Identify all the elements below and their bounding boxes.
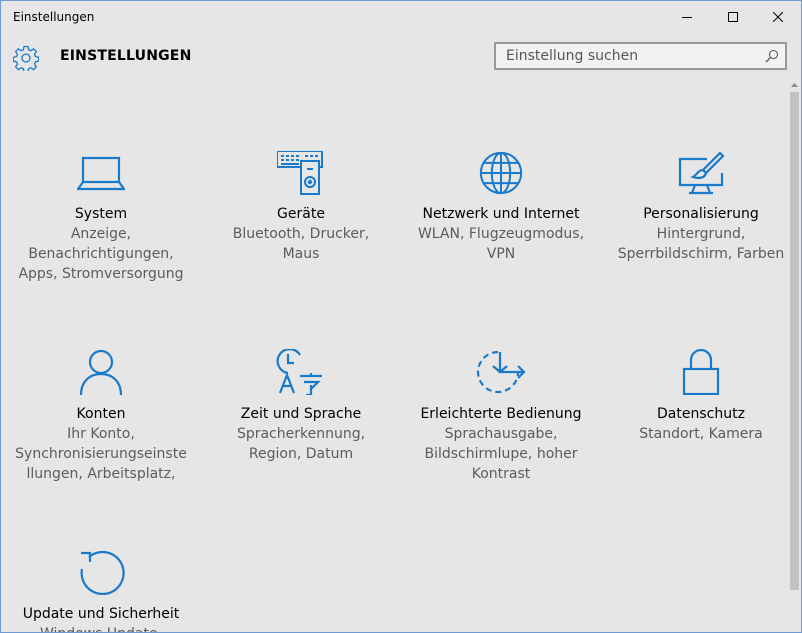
search-box[interactable] <box>494 42 787 70</box>
tile-title: Konten <box>76 406 126 422</box>
window-title: Einstellungen <box>13 10 95 24</box>
chevron-up-icon <box>791 83 798 87</box>
tile-description: Hintergrund, Sperrbildschirm, Farben <box>617 226 785 262</box>
search-icon[interactable] <box>765 49 779 63</box>
tile-description: Bluetooth, Drucker, Maus <box>232 226 370 262</box>
close-icon <box>773 12 783 22</box>
tile-description: Spracherkennung, Region, Datum <box>236 426 366 462</box>
ease-of-access-icon <box>476 350 526 394</box>
tile-accounts[interactable]: Konten Ihr Konto, Synchronisierungseinste… <box>1 349 201 484</box>
tile-description: Anzeige, Benachrichtigungen, Apps, Stromve… <box>18 226 184 282</box>
paint-brush-icon <box>678 151 725 195</box>
title-bar[interactable]: Einstellungen <box>1 1 801 33</box>
tile-network[interactable]: Netzwerk und Internet WLAN, Flugzeugmodu… <box>401 151 601 264</box>
tile-devices[interactable]: Geräte Bluetooth, Drucker, Maus <box>201 151 401 264</box>
user-icon <box>79 349 123 395</box>
tile-title: Update und Sicherheit <box>22 606 180 622</box>
tile-title: Zeit und Sprache <box>240 406 362 422</box>
page-title: EINSTELLUNGEN <box>60 48 192 64</box>
scroll-up-button[interactable] <box>788 79 801 91</box>
settings-window: Einstellungen EINSTELLUNGEN Einstellung … <box>0 0 802 633</box>
minimize-button[interactable] <box>664 1 710 33</box>
refresh-icon <box>80 550 125 595</box>
tile-description: WLAN, Flugzeugmodus, VPN <box>417 226 585 262</box>
tile-title: Personalisierung <box>643 206 759 222</box>
maximize-button[interactable] <box>710 1 756 33</box>
tile-system[interactable]: System Anzeige, Benachrichtigungen, Apps, … <box>1 151 201 284</box>
globe-icon <box>479 151 523 195</box>
close-button[interactable] <box>755 1 801 33</box>
tile-privacy[interactable]: Datenschutz Standort, Kamera <box>601 349 801 444</box>
tile-title: Erleichterte Bedienung <box>420 406 582 422</box>
search-input[interactable] <box>496 44 766 68</box>
laptop-icon <box>77 156 125 191</box>
devices-icon <box>277 151 323 195</box>
tile-update-security[interactable]: Update und Sicherheit Windows Update, <box>1 549 201 632</box>
lock-icon <box>682 349 720 395</box>
tile-description: Ihr Konto, Synchronisierungseinste llungen… <box>15 426 187 482</box>
maximize-icon <box>728 12 738 22</box>
tile-title: System <box>74 206 128 222</box>
tile-personalization[interactable]: Personalisierung Hintergrund, Sperrbildsc… <box>601 151 801 264</box>
clock-language-icon <box>276 349 322 395</box>
tile-description: Sprachausgabe, Bildschirmlupe, hoher Kontr… <box>424 426 578 482</box>
tile-title: Geräte <box>277 206 325 222</box>
minimize-icon <box>682 17 692 18</box>
tile-description: Windows Update, <box>1 624 201 632</box>
tile-time-language[interactable]: Zeit und Sprache Spracherkennung, Region,… <box>201 349 401 464</box>
tile-ease-of-access[interactable]: Erleichterte Bedienung Sprachausgabe, Bil… <box>401 349 601 484</box>
tile-title: Datenschutz <box>657 406 745 422</box>
gear-icon <box>13 45 39 71</box>
tile-description: Standort, Kamera <box>639 426 763 442</box>
tile-title: Netzwerk und Internet <box>422 206 580 222</box>
